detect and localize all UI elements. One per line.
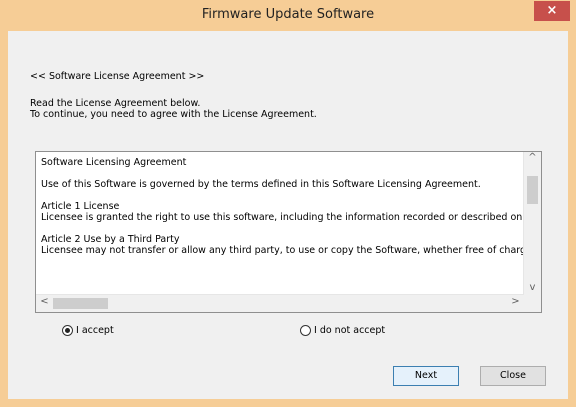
close-button[interactable]: Close	[480, 366, 546, 386]
license-line: Software Licensing Agreement	[41, 157, 187, 168]
horizontal-scrollbar[interactable]: < >	[36, 294, 524, 312]
scroll-right-icon[interactable]: >	[507, 296, 524, 307]
next-button[interactable]: Next	[393, 366, 459, 386]
window-title: Firmware Update Software	[201, 7, 375, 22]
decline-radio[interactable]	[300, 325, 311, 336]
scroll-left-icon[interactable]: <	[36, 296, 53, 307]
section-heading: << Software License Agreement >>	[30, 71, 205, 82]
instruction-line-2: To continue, you need to agree with the …	[30, 109, 317, 120]
scroll-up-icon[interactable]: ^	[524, 152, 541, 163]
title-bar[interactable]: Firmware Update Software ×	[0, 0, 576, 31]
accept-label[interactable]: I accept	[76, 325, 114, 336]
horizontal-scroll-thumb[interactable]	[53, 298, 108, 309]
license-line	[41, 223, 523, 234]
scroll-down-icon[interactable]: v	[524, 282, 541, 293]
dialog-client-area: << Software License Agreement >> Read th…	[8, 31, 568, 399]
close-window-icon[interactable]: ×	[534, 1, 570, 21]
license-line: Article 2 Use by a Third Party	[41, 234, 180, 245]
license-text-box[interactable]: Software Licensing Agreement Use of this…	[35, 151, 542, 313]
license-text: Software Licensing Agreement Use of this…	[41, 157, 523, 256]
scrollbar-corner	[524, 295, 541, 312]
decline-option[interactable]: I do not accept	[300, 325, 385, 336]
license-line: Use of this Software is governed by the …	[41, 179, 481, 190]
vertical-scroll-thumb[interactable]	[527, 176, 538, 204]
license-line	[41, 168, 523, 179]
instruction-line-1: Read the License Agreement below.	[30, 98, 201, 109]
decline-label[interactable]: I do not accept	[314, 325, 385, 336]
installer-window: Firmware Update Software × << Software L…	[0, 0, 576, 407]
vertical-scrollbar[interactable]: ^ v	[523, 152, 541, 295]
license-line: Article 1 License	[41, 201, 120, 212]
license-line	[41, 190, 523, 201]
accept-option[interactable]: I accept	[62, 325, 114, 336]
license-line: Licensee is granted the right to use thi…	[41, 212, 523, 223]
license-line: Licensee may not transfer or allow any t…	[41, 245, 523, 256]
accept-radio[interactable]	[62, 325, 73, 336]
